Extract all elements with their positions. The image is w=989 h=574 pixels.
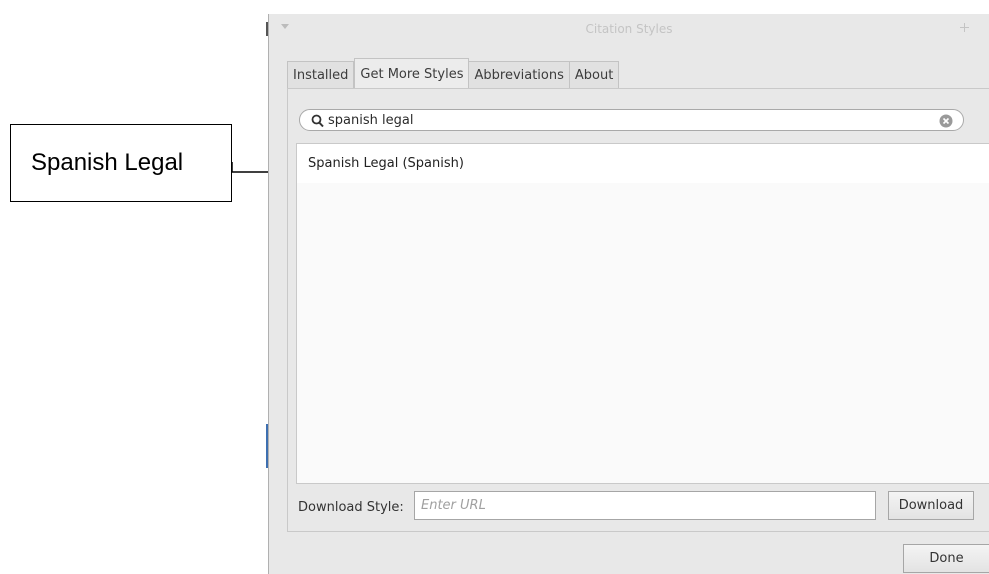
done-button[interactable]: Done — [903, 544, 989, 573]
get-more-styles-panel: Spanish Legal (Spanish) Download Style: … — [287, 88, 989, 532]
list-item-label: Spanish Legal (Spanish) — [308, 156, 464, 171]
annotation-callout-text: Spanish Legal — [31, 149, 184, 176]
download-url-field[interactable] — [414, 491, 876, 520]
tab-about[interactable]: About — [569, 61, 620, 89]
tab-abbreviations[interactable]: Abbreviations — [469, 61, 570, 89]
title-bar: Citation Styles — [269, 14, 989, 47]
annotation-callout: Spanish Legal — [10, 124, 232, 202]
download-style-label: Download Style: — [298, 500, 404, 515]
plus-icon[interactable] — [960, 21, 969, 35]
citation-styles-dialog: Citation Styles Installed Get More Style… — [268, 14, 989, 574]
tab-installed[interactable]: Installed — [287, 61, 355, 89]
search-input[interactable] — [328, 111, 928, 129]
results-list: Spanish Legal (Spanish) — [296, 143, 989, 484]
search-icon — [311, 113, 324, 132]
search-field[interactable] — [299, 109, 964, 131]
tab-get-more-styles[interactable]: Get More Styles — [354, 58, 470, 89]
download-button[interactable]: Download — [888, 491, 974, 520]
window-title: Citation Styles — [585, 22, 673, 36]
list-item[interactable]: Spanish Legal (Spanish) — [297, 144, 989, 183]
tab-bar: Installed Get More Styles Abbreviations … — [287, 58, 620, 89]
clear-icon[interactable] — [939, 113, 953, 132]
